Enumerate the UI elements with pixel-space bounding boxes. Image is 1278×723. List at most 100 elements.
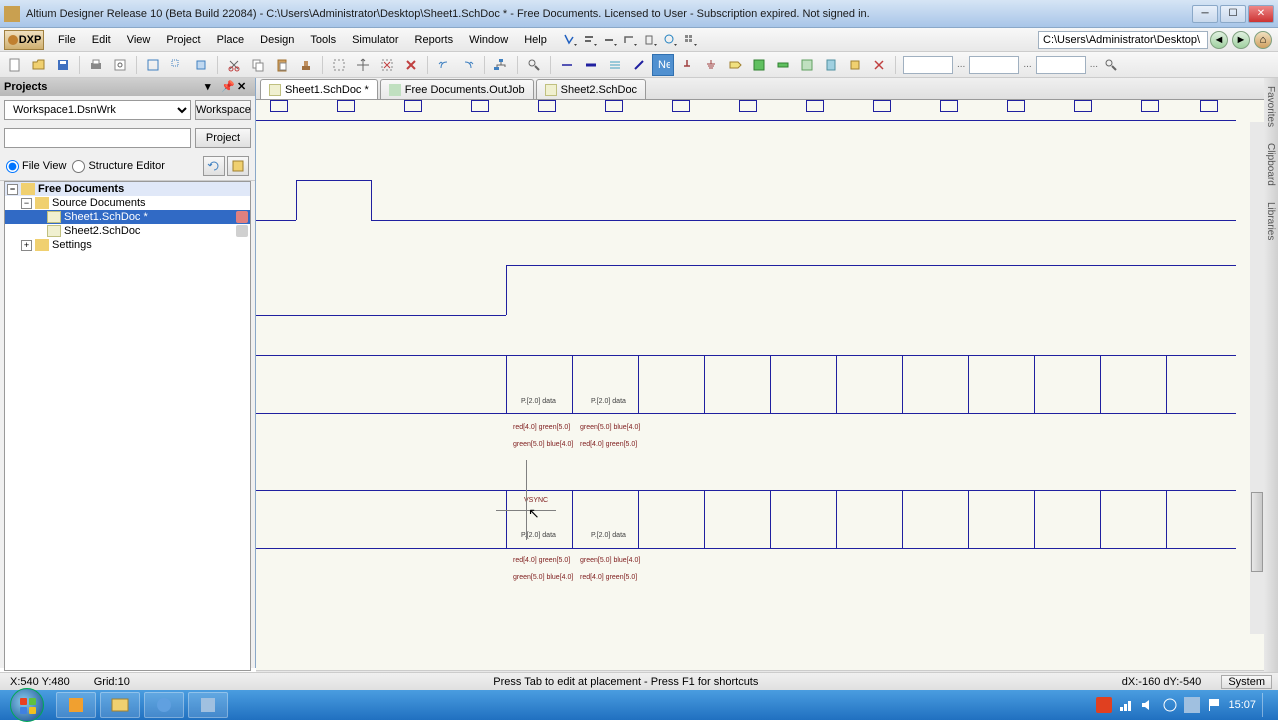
task-app-4[interactable] (188, 692, 228, 718)
project-input[interactable] (4, 128, 191, 148)
expand-icon[interactable]: + (21, 240, 32, 251)
collapse-icon[interactable]: − (7, 184, 18, 195)
path-input[interactable] (1038, 31, 1208, 49)
nav-back[interactable]: ◄ (1210, 31, 1228, 49)
dxp-button[interactable]: DXP (4, 30, 44, 50)
tray-network-icon[interactable] (1118, 697, 1134, 713)
tray-status-icon[interactable] (1162, 697, 1178, 713)
tray-ime-icon[interactable] (1096, 697, 1112, 713)
tray-flag-icon[interactable] (1206, 697, 1222, 713)
panel-pin-icon[interactable]: 📌 (221, 80, 235, 94)
tray-app-icon[interactable] (1184, 697, 1200, 713)
grid-dropdown-icon[interactable] (683, 33, 697, 47)
power-port-icon[interactable] (676, 54, 698, 76)
cross-probe-icon[interactable] (523, 54, 545, 76)
menu-file[interactable]: File (50, 31, 84, 49)
menu-edit[interactable]: Edit (84, 31, 119, 49)
redo-icon[interactable] (457, 54, 479, 76)
clear-icon[interactable] (400, 54, 422, 76)
tab-outjob[interactable]: Free Documents.OutJob (380, 79, 534, 99)
paste-icon[interactable] (271, 54, 293, 76)
tree-sheet2[interactable]: Sheet2.SchDoc (5, 224, 250, 238)
shape-dropdown-icon[interactable] (663, 33, 677, 47)
no-erc-icon[interactable] (868, 54, 890, 76)
search-input-1[interactable] (903, 56, 953, 74)
task-app-3[interactable] (144, 692, 184, 718)
menu-help[interactable]: Help (516, 31, 555, 49)
deselect-icon[interactable] (376, 54, 398, 76)
draw-dropdown-icon[interactable] (563, 33, 577, 47)
select-icon[interactable] (328, 54, 350, 76)
system-button[interactable]: System (1221, 675, 1272, 689)
wire-icon[interactable] (556, 54, 578, 76)
menu-view[interactable]: View (119, 31, 159, 49)
search-input-2[interactable] (969, 56, 1019, 74)
undo-icon[interactable] (433, 54, 455, 76)
gnd-icon[interactable] (700, 54, 722, 76)
menu-design[interactable]: Design (252, 31, 302, 49)
tab-sheet2[interactable]: Sheet2.SchDoc (536, 79, 646, 99)
favorites-tab[interactable]: Favorites (1264, 78, 1277, 135)
cut-icon[interactable] (223, 54, 245, 76)
corner-dropdown-icon[interactable] (623, 33, 637, 47)
menu-simulator[interactable]: Simulator (344, 31, 406, 49)
port-icon[interactable] (724, 54, 746, 76)
save-icon[interactable] (52, 54, 74, 76)
search-icon[interactable] (1100, 54, 1122, 76)
block-dropdown-icon[interactable] (643, 33, 657, 47)
preview-icon[interactable] (109, 54, 131, 76)
signal-harness-icon[interactable] (604, 54, 626, 76)
start-button[interactable] (0, 690, 54, 720)
zoom-area-icon[interactable] (166, 54, 188, 76)
show-desktop[interactable] (1262, 693, 1270, 717)
panel-close-icon[interactable]: ✕ (237, 80, 251, 94)
zoom-fit-icon[interactable] (142, 54, 164, 76)
minimize-button[interactable]: ─ (1192, 5, 1218, 23)
libraries-tab[interactable]: Libraries (1264, 194, 1277, 248)
print-icon[interactable] (85, 54, 107, 76)
clock[interactable]: 15:07 (1228, 699, 1256, 711)
tree-sheet1[interactable]: Sheet1.SchDoc * (5, 210, 250, 224)
project-tree[interactable]: − Free Documents − Source Documents Shee… (4, 181, 251, 671)
menu-place[interactable]: Place (209, 31, 253, 49)
options-icon[interactable] (227, 156, 249, 176)
task-app-2[interactable] (100, 692, 140, 718)
copy-icon[interactable] (247, 54, 269, 76)
zoom-sel-icon[interactable] (190, 54, 212, 76)
workspace-select[interactable]: Workspace1.DsnWrk (4, 100, 191, 120)
move-icon[interactable] (352, 54, 374, 76)
part-icon[interactable] (844, 54, 866, 76)
tree-source-docs[interactable]: − Source Documents (5, 196, 250, 210)
nav-home[interactable]: ⌂ (1254, 31, 1272, 49)
open-icon[interactable] (28, 54, 50, 76)
nav-forward[interactable]: ► (1232, 31, 1250, 49)
align-dropdown-icon[interactable] (583, 33, 597, 47)
close-button[interactable]: ✕ (1248, 5, 1274, 23)
net-label-icon[interactable]: Net (652, 54, 674, 76)
collapse-icon[interactable]: − (21, 198, 32, 209)
menu-reports[interactable]: Reports (407, 31, 462, 49)
sheet-entry-icon[interactable] (772, 54, 794, 76)
menu-window[interactable]: Window (461, 31, 516, 49)
file-view-radio[interactable]: File View (6, 160, 66, 173)
sheet-symbol-icon[interactable] (748, 54, 770, 76)
new-icon[interactable] (4, 54, 26, 76)
vertical-scrollbar[interactable] (1250, 122, 1264, 634)
workspace-button[interactable]: Workspace (195, 100, 251, 120)
bus-icon[interactable] (580, 54, 602, 76)
vscroll-thumb[interactable] (1251, 492, 1263, 572)
search-input-3[interactable] (1036, 56, 1086, 74)
maximize-button[interactable]: ☐ (1220, 5, 1246, 23)
project-button[interactable]: Project (195, 128, 251, 148)
clipboard-tab[interactable]: Clipboard (1264, 135, 1277, 194)
menu-project[interactable]: Project (158, 31, 208, 49)
refresh-icon[interactable] (203, 156, 225, 176)
panel-dropdown-icon[interactable]: ▾ (205, 80, 219, 94)
hierarchy-icon[interactable] (490, 54, 512, 76)
bus-entry-icon[interactable] (628, 54, 650, 76)
task-app-1[interactable] (56, 692, 96, 718)
tray-volume-icon[interactable] (1140, 697, 1156, 713)
schematic-canvas[interactable]: P.[2.0] data P.[2.0] data red[4.0] green… (256, 100, 1264, 670)
tab-sheet1[interactable]: Sheet1.SchDoc * (260, 79, 378, 99)
structure-editor-radio[interactable]: Structure Editor (72, 160, 164, 173)
